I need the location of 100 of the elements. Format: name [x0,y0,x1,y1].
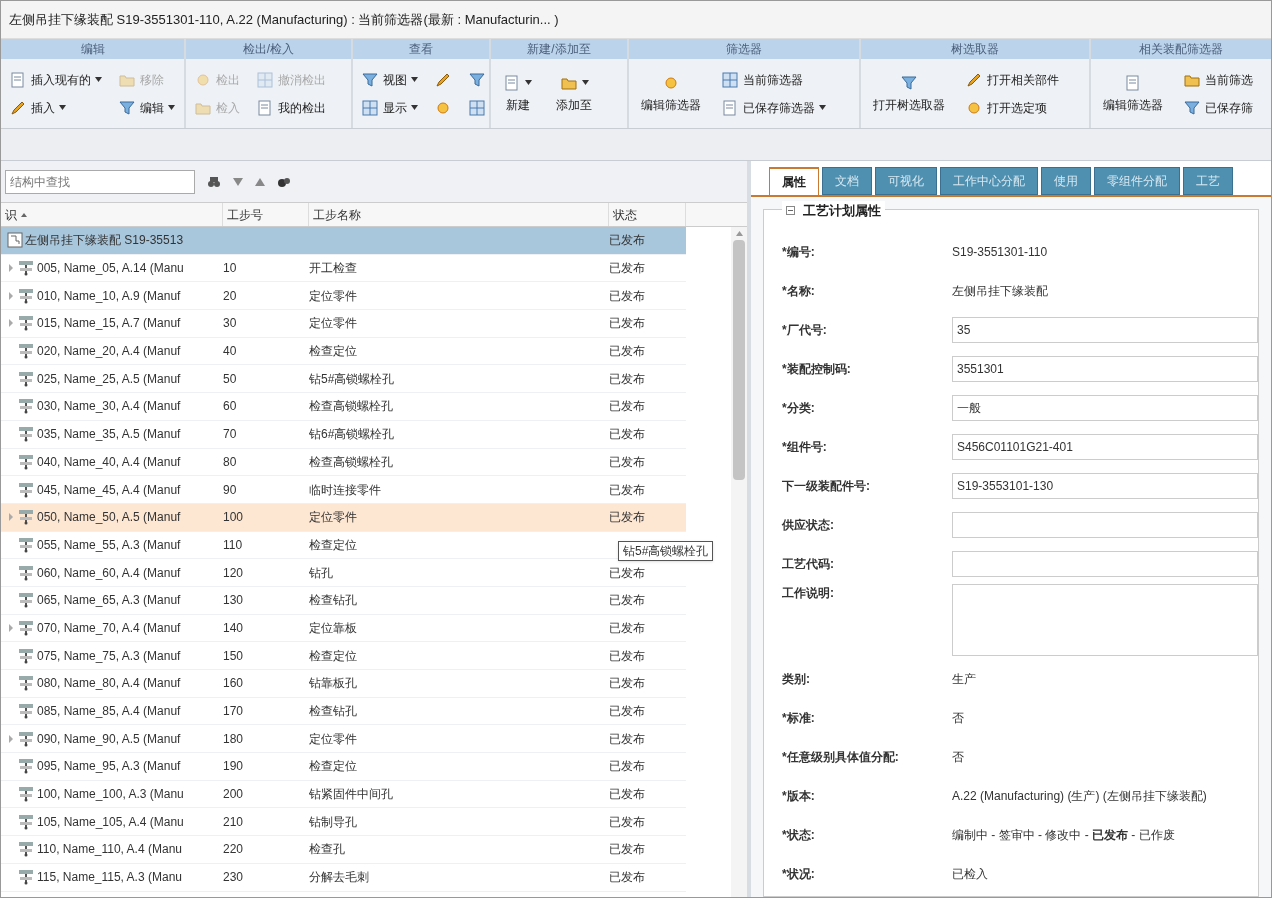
field-value: S19-3551301-110 [952,244,1048,261]
tree-label: 115, Name_115, A.3 (Manu [37,869,182,887]
field-value: 生产 [952,671,976,688]
field-label: *厂代号: [782,322,828,339]
step-name: 检查定位 [309,344,357,359]
step-name: 检查定位 [309,759,357,774]
step-number: 50 [223,371,237,386]
status-text: 已发布 [609,399,645,414]
step-name: 定位零件 [309,731,357,746]
tree-label: 060, Name_60, A.4 (Manuf [37,564,181,582]
step-name: 检查定位 [309,537,357,552]
step-name: 定位靠板 [309,620,357,635]
tree-label: 085, Name_85, A.4 (Manuf [37,703,181,721]
step-number: 60 [223,399,237,414]
status-text: 已发布 [609,676,645,691]
field-value: 否 [952,749,964,766]
step-name: 检查高锁螺栓孔 [309,399,393,414]
tree-label: 110, Name_110, A.4 (Manu [37,841,182,859]
step-number: 80 [223,454,237,469]
field-label: *状态: [782,827,816,844]
step-name: 检查钻孔 [309,704,357,719]
status-text: 已发布 [609,510,645,525]
tooltip: 钻5#高锁螺栓孔 [618,541,714,561]
tree-label: 105, Name_105, A.4 (Manu [37,813,184,831]
status-text: 已发布 [609,316,645,331]
step-number: 160 [223,676,244,691]
status-text: 已发布 [609,759,645,774]
status-text: 已发布 [609,454,645,469]
field-label: *版本: [782,788,816,805]
tree-label: 015, Name_15, A.7 (Manuf [37,315,181,333]
step-number: 150 [223,648,244,663]
field-label: 供应状态: [782,517,835,534]
step-name: 检查定位 [309,648,357,663]
step-number: 130 [223,593,244,608]
tree-label: 040, Name_40, A.4 (Manuf [37,453,181,471]
step-number: 110 [223,537,243,552]
step-name: 定位零件 [309,510,357,525]
step-name: 钻5#高锁螺栓孔 [309,371,395,386]
field-value: A.22 (Manufacturing) (生产) (左侧吊挂下缘装配) [952,788,1207,805]
step-number: 90 [223,482,237,497]
field-label: *装配控制码: [782,361,852,378]
group-title: 编辑 [80,41,105,58]
tree-label: 075, Name_75, A.3 (Manuf [37,647,181,665]
step-name: 检查高锁螺栓孔 [309,454,393,469]
step-number: 40 [223,344,237,359]
field-value: 左侧吊挂下缘装配 [952,283,1048,300]
field-label: *分类: [782,400,816,417]
step-number: 180 [223,731,244,746]
group-title: 树选取器 [951,41,999,58]
field-label: 工作说明: [782,584,835,602]
tree-label: 035, Name_35, A.5 (Manuf [37,426,181,444]
field-label: *状况: [782,866,816,883]
status-text: 已发布 [609,731,645,746]
status-text: 已发布 [609,233,645,248]
group-title: 新建/添加至 [527,41,591,58]
step-name: 定位零件 [309,288,357,303]
status-text: 已发布 [609,482,645,497]
step-number: 30 [223,316,237,331]
status-text: 已发布 [609,842,645,857]
status-text: 已发布 [609,787,645,802]
status-text: 已发布 [609,344,645,359]
status-text: 已发布 [609,261,645,276]
status-text: 已发布 [609,565,645,580]
status-text: 已发布 [609,593,645,608]
step-name: 钻6#高锁螺栓孔 [309,427,395,442]
tree-label: 055, Name_55, A.3 (Manuf [37,536,181,554]
field-value: 编制中 - 签审中 - 修改中 - 已发布 - 已作废 [952,827,1175,844]
step-number: 170 [223,704,244,719]
step-name: 临时连接零件 [309,482,381,497]
field-label: *任意级别具体值分配: [782,749,900,766]
status-text: 已发布 [609,704,645,719]
tree-label: 010, Name_10, A.9 (Manuf [37,287,181,305]
step-name: 钻制导孔 [309,814,357,829]
step-number: 210 [223,814,244,829]
step-name: 检查钻孔 [309,593,357,608]
step-name: 钻紧固件中间孔 [309,787,393,802]
tree-label: 050, Name_50, A.5 (Manuf [37,509,181,527]
tree-label: 020, Name_20, A.4 (Manuf [37,343,181,361]
step-number: 20 [223,288,237,303]
tree-label: 030, Name_30, A.4 (Manuf [37,398,181,416]
tree-label: 080, Name_80, A.4 (Manuf [37,675,181,693]
step-name: 检查孔 [309,842,345,857]
step-name: 分解去毛刺 [309,870,369,885]
status-text: 已发布 [609,427,645,442]
status-text: 已发布 [609,814,645,829]
field-value: 已检入 [952,866,988,883]
tree-label: 070, Name_70, A.4 (Manuf [37,619,181,637]
field-label: 工艺代码: [782,556,835,573]
step-name: 钻靠板孔 [309,676,357,691]
group-title: 相关装配筛选器 [1139,41,1223,58]
step-name: 定位零件 [309,316,357,331]
step-number: 230 [223,870,244,885]
tree-label: 025, Name_25, A.5 (Manuf [37,370,181,388]
step-number: 100 [223,510,244,525]
field-label: 下一级装配件号: [782,478,871,495]
tree-label: 095, Name_95, A.3 (Manuf [37,758,181,776]
step-number: 10 [223,261,237,276]
step-number: 70 [223,427,237,442]
status-text: 已发布 [609,870,645,885]
tree-label: 100, Name_100, A.3 (Manu [37,786,184,804]
